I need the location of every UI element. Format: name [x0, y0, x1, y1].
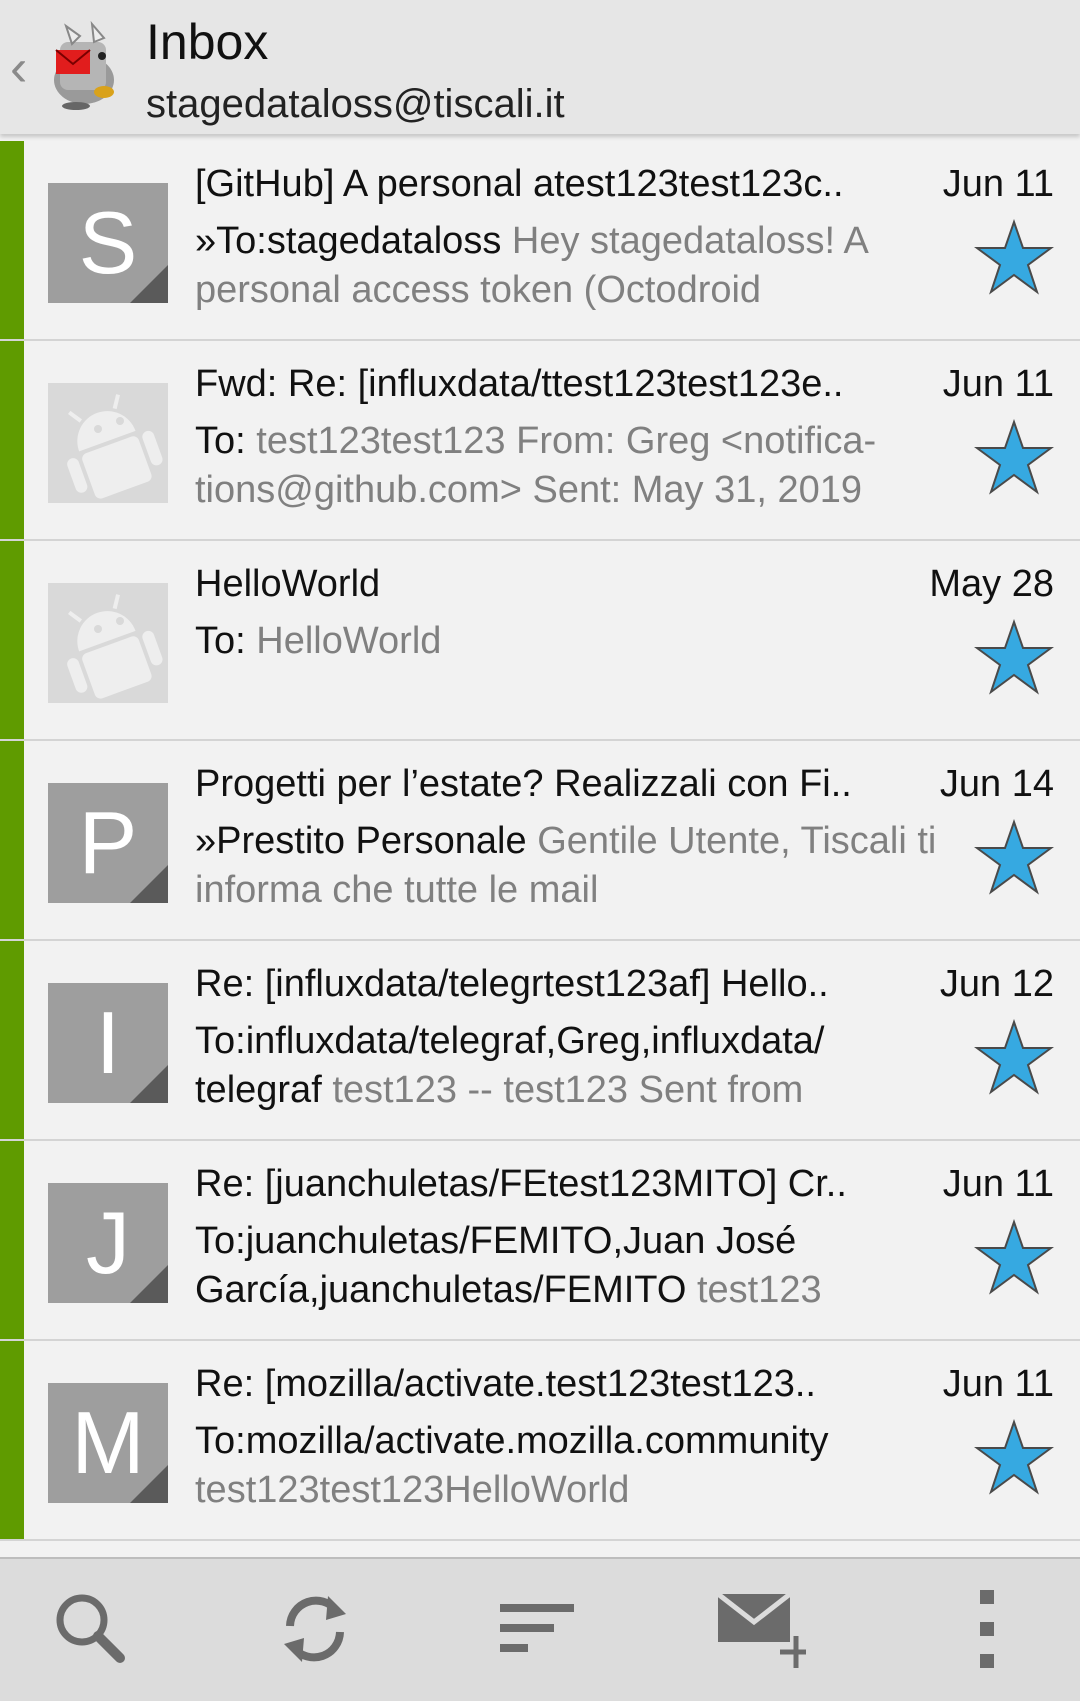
message-snippet: test123	[696, 1269, 822, 1311]
message-row[interactable]: I Re: [influxdata/telegrtest123af] Hello…	[0, 941, 1080, 1141]
avatar[interactable]	[48, 383, 168, 503]
star-icon[interactable]	[974, 619, 1054, 695]
message-subject: [GitHub] A personal atest123test123c..	[195, 163, 844, 205]
avatar[interactable]: I	[48, 983, 168, 1103]
star-icon[interactable]	[974, 419, 1054, 495]
k9-mail-dog-icon[interactable]	[46, 20, 124, 112]
message-subject: Progetti per l’estate? Realizzali con Fi…	[195, 763, 852, 805]
unread-indicator	[0, 1141, 24, 1339]
message-list[interactable]: S [GitHub] A personal atest123test123c..…	[0, 141, 1080, 1541]
message-sender: »To:stagedataloss	[195, 220, 502, 262]
star-icon[interactable]	[974, 1419, 1054, 1495]
message-date: Jun 11	[942, 363, 1054, 405]
compose-icon[interactable]	[716, 1584, 806, 1674]
avatar[interactable]: P	[48, 783, 168, 903]
page-title: Inbox	[146, 14, 269, 70]
message-sender: To:mozilla/activate.mozilla.community	[195, 1420, 829, 1462]
star-icon[interactable]	[974, 819, 1054, 895]
search-icon[interactable]	[46, 1584, 136, 1674]
unread-indicator	[0, 741, 24, 939]
message-subject: Re: [influxdata/telegrtest123af] Hello..	[195, 963, 829, 1005]
message-preview: »To:stagedataloss Hey stagedataloss! A p…	[195, 217, 950, 315]
chevron-left-icon[interactable]: ‹	[10, 38, 36, 98]
message-snippet: test123 -- test123 Sent from	[332, 1069, 804, 1111]
avatar-corner	[130, 1065, 168, 1103]
message-subject: Fwd: Re: [influxdata/ttest123test123e..	[195, 363, 844, 405]
unread-indicator	[0, 541, 24, 739]
message-preview: »Prestito Personale Gentile Utente, Tisc…	[195, 817, 950, 915]
star-icon[interactable]	[974, 219, 1054, 295]
account-email: stagedataloss@tiscali.it	[146, 82, 565, 126]
overflow-menu-icon[interactable]	[944, 1584, 1034, 1674]
message-subject: HelloWorld	[195, 563, 381, 605]
refresh-icon[interactable]	[270, 1584, 360, 1674]
message-date: Jun 14	[939, 763, 1054, 805]
message-subject: Re: [mozilla/activate.test123test123..	[195, 1363, 816, 1405]
avatar[interactable]: S	[48, 183, 168, 303]
unread-indicator	[0, 141, 24, 339]
message-sender: To:	[195, 620, 246, 662]
message-row[interactable]: Fwd: Re: [influxdata/ttest123test123e.. …	[0, 341, 1080, 541]
message-preview: To:juanchuletas/FEMITO,Juan José García,…	[195, 1217, 950, 1315]
unread-indicator	[0, 341, 24, 539]
message-sender: To:	[195, 420, 246, 462]
message-date: Jun 11	[942, 1163, 1054, 1205]
avatar-corner	[130, 1465, 168, 1503]
message-date: Jun 12	[939, 963, 1054, 1005]
star-icon[interactable]	[974, 1019, 1054, 1095]
message-date: Jun 11	[942, 1363, 1054, 1405]
message-snippet: HelloWorld	[256, 620, 442, 662]
bottom-toolbar	[0, 1557, 1080, 1701]
message-date: May 28	[929, 563, 1054, 605]
message-row[interactable]: P Progetti per l’estate? Realizzali con …	[0, 741, 1080, 941]
app-header: ‹ Inbox stagedataloss@tiscali.it	[0, 0, 1080, 134]
message-preview: To:mozilla/activate.mozilla.community te…	[195, 1417, 950, 1515]
avatar-corner	[130, 265, 168, 303]
star-icon[interactable]	[974, 1219, 1054, 1295]
android-icon	[67, 594, 163, 699]
message-row[interactable]: S [GitHub] A personal atest123test123c..…	[0, 141, 1080, 341]
message-sender: »Prestito Personale	[195, 820, 527, 862]
sort-icon[interactable]	[494, 1584, 584, 1674]
avatar-corner	[130, 865, 168, 903]
message-row[interactable]: HelloWorld May 28 To: HelloWorld	[0, 541, 1080, 741]
avatar[interactable]	[48, 583, 168, 703]
android-icon	[67, 394, 163, 499]
message-row[interactable]: J Re: [juanchuletas/FEtest123MITO] Cr.. …	[0, 1141, 1080, 1341]
avatar-corner	[130, 1265, 168, 1303]
message-preview: To: test123test123 From: Greg <notifica-…	[195, 417, 950, 515]
avatar[interactable]: J	[48, 1183, 168, 1303]
message-snippet: test123test123HelloWorld	[195, 1469, 630, 1511]
unread-indicator	[0, 1341, 24, 1539]
unread-indicator	[0, 941, 24, 1139]
message-date: Jun 11	[942, 163, 1054, 205]
avatar[interactable]: M	[48, 1383, 168, 1503]
message-snippet: test123test123 From: Greg <notifica-tion…	[195, 420, 877, 511]
message-preview: To:influxdata/telegraf,Greg,influxdata/ …	[195, 1017, 950, 1115]
message-row[interactable]: M Re: [mozilla/activate.test123test123..…	[0, 1341, 1080, 1541]
message-preview: To: HelloWorld	[195, 617, 950, 666]
message-subject: Re: [juanchuletas/FEtest123MITO] Cr..	[195, 1163, 847, 1205]
